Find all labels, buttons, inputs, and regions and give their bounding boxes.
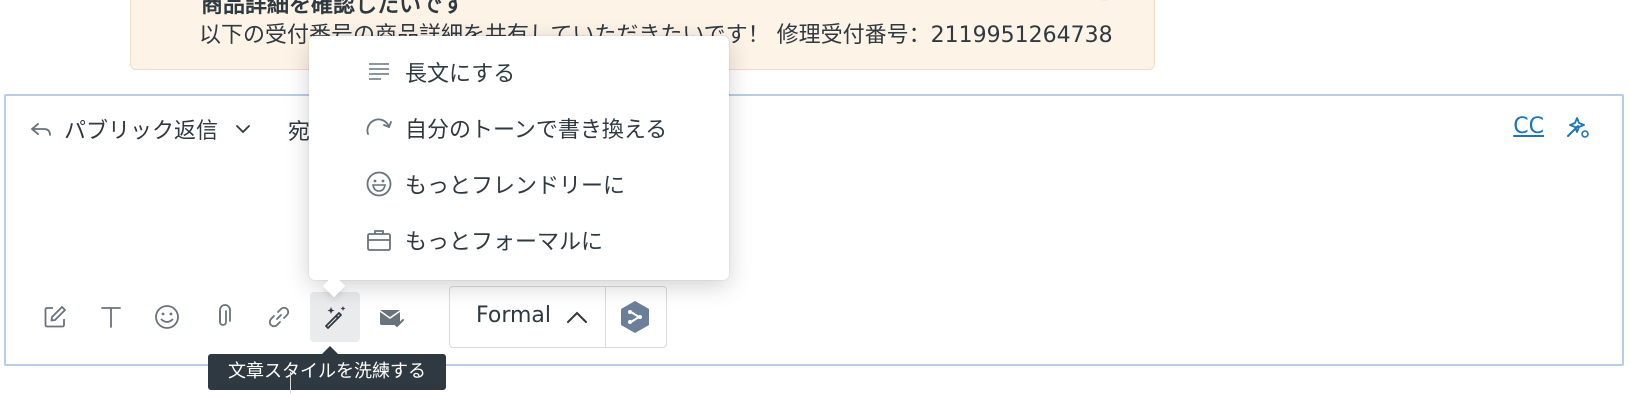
compose-button[interactable]	[30, 292, 80, 342]
lines-icon	[365, 58, 393, 86]
menu-item-friendly[interactable]: もっとフレンドリーに	[309, 156, 729, 212]
tone-select[interactable]: Formal	[449, 286, 667, 348]
dismiss-icon[interactable]	[1094, 0, 1116, 1]
menu-item-label: もっとフォーマルに	[405, 230, 604, 255]
to-label: 宛	[288, 120, 311, 145]
reply-mode-label: パブリック返信	[64, 119, 219, 144]
attachment-button[interactable]	[198, 292, 248, 342]
attachment-icon	[219, 304, 231, 326]
emoji-button[interactable]	[142, 292, 192, 342]
menu-item-label: 自分のトーンで書き換える	[405, 118, 668, 143]
ai-assist-icon[interactable]	[1562, 112, 1592, 142]
menu-item-rewrite-tone[interactable]: 自分のトーンで書き換える	[309, 100, 729, 156]
tooltip-pointer	[322, 346, 338, 354]
link-button[interactable]	[254, 292, 304, 342]
text-format-button[interactable]	[86, 292, 136, 342]
chevron-down-icon	[236, 125, 250, 134]
chevron-up-icon	[567, 311, 587, 323]
rewrite-arrow-icon	[365, 114, 393, 142]
compose-icon	[44, 306, 66, 328]
menu-item-expand[interactable]: 長文にする	[309, 44, 729, 100]
emoji-icon	[155, 305, 179, 329]
email-check-icon	[379, 310, 404, 328]
leaf-icon	[157, 0, 175, 1]
tooltip: 文章スタイルを洗練する	[208, 354, 446, 390]
menu-item-formal[interactable]: もっとフォーマルに	[309, 212, 729, 268]
refine-style-button[interactable]	[310, 292, 360, 342]
tone-select-value: Formal	[476, 303, 552, 328]
briefcase-icon	[365, 226, 393, 254]
cc-link[interactable]: CC	[1513, 114, 1544, 139]
reply-mode-select[interactable]: パブリック返信	[28, 112, 254, 146]
menu-item-label: 長文にする	[405, 62, 516, 87]
reply-arrow-icon	[31, 123, 51, 136]
menu-item-label: もっとフレンドリーに	[405, 174, 626, 199]
divider	[290, 372, 291, 394]
email-check-button[interactable]	[366, 292, 416, 342]
reply-editor[interactable]: パブリック返信 宛 CC Formal	[4, 94, 1624, 366]
smiley-icon	[365, 170, 393, 198]
link-icon	[268, 306, 290, 328]
magic-wand-icon	[325, 306, 346, 329]
translate-logo-icon[interactable]	[618, 299, 652, 335]
divider	[605, 287, 606, 347]
text-format-icon	[101, 307, 121, 328]
refine-style-menu: 長文にする 自分のトーンで書き換える もっとフレンドリーに もっとフォーマルに	[309, 36, 729, 280]
